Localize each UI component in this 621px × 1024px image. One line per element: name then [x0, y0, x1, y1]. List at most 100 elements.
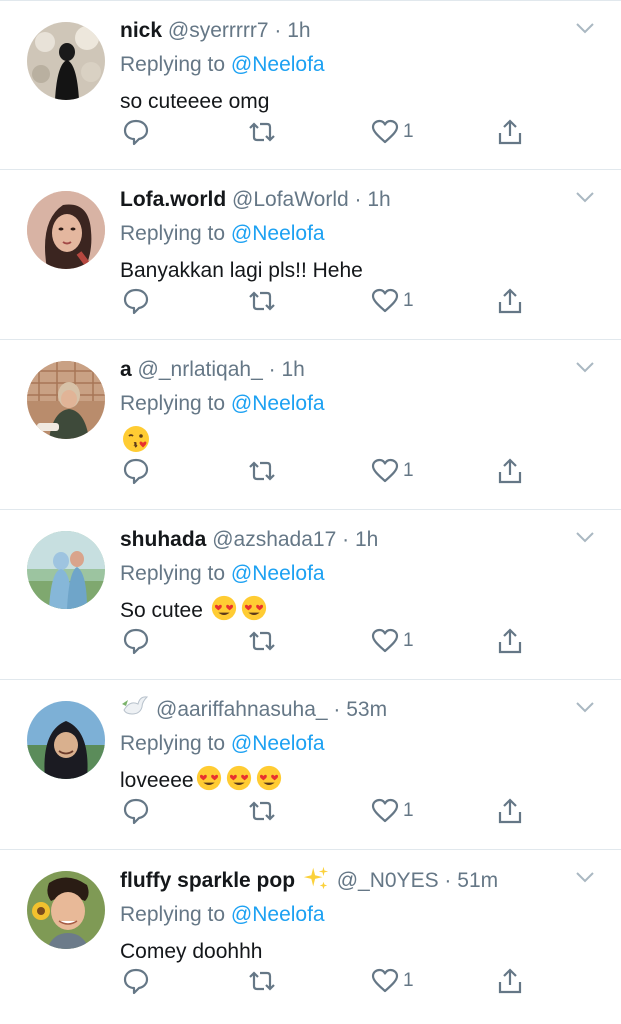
reply-button[interactable] [122, 287, 150, 315]
retweet-button[interactable] [246, 287, 278, 315]
chevron-down-icon[interactable] [575, 190, 595, 204]
share-button[interactable] [496, 287, 524, 315]
reply-icon [123, 119, 149, 146]
heart-icon [371, 288, 399, 313]
reply-button[interactable] [122, 797, 150, 825]
avatar[interactable] [27, 871, 105, 949]
tweet-text: Comey doohhh [120, 940, 263, 963]
retweet-button[interactable] [246, 118, 278, 146]
reply-tweet[interactable]: shuhada @azshada17 · 1h Replying to @Nee… [0, 510, 621, 680]
reply-icon [123, 628, 149, 655]
display-name[interactable]: fluffy sparkle pop [120, 869, 295, 892]
like-button[interactable]: 1 [371, 967, 414, 995]
share-button[interactable] [496, 457, 524, 485]
avatar[interactable] [27, 361, 105, 439]
share-icon [498, 628, 522, 654]
retweet-icon [249, 461, 275, 481]
display-name[interactable]: Lofa.world [120, 188, 226, 211]
share-icon [498, 458, 522, 484]
like-button[interactable]: 1 [371, 797, 414, 825]
tweet-text: Banyakkan lagi pls!! Hehe [120, 259, 363, 282]
heart-icon [371, 458, 399, 483]
user-handle[interactable]: @azshada17 [212, 528, 336, 551]
heart-icon [371, 119, 399, 144]
display-name[interactable]: shuhada [120, 528, 206, 551]
like-button[interactable]: 1 [371, 457, 414, 485]
action-bar: 1 [120, 118, 540, 148]
mention-link[interactable]: @Neelofa [231, 903, 325, 926]
avatar[interactable] [27, 531, 105, 609]
reply-button[interactable] [122, 967, 150, 995]
share-button[interactable] [496, 118, 524, 146]
retweet-button[interactable] [246, 967, 278, 995]
share-button[interactable] [496, 967, 524, 995]
reply-button[interactable] [122, 118, 150, 146]
timestamp[interactable]: 53m [346, 698, 387, 721]
mention-link[interactable]: @Neelofa [231, 732, 325, 755]
retweet-icon [249, 631, 275, 651]
replying-label: Replying to [120, 732, 226, 755]
action-bar: 1 [120, 627, 540, 657]
reply-icon [123, 458, 149, 485]
chevron-down-icon[interactable] [575, 530, 595, 544]
like-count: 1 [403, 630, 414, 651]
timestamp[interactable]: 1h [281, 358, 304, 381]
user-handle[interactable]: @aariffahnasuha_ [156, 698, 328, 721]
user-handle[interactable]: @syerrrrr7 [168, 19, 269, 42]
retweet-button[interactable] [246, 457, 278, 485]
timestamp[interactable]: 1h [287, 19, 310, 42]
mention-link[interactable]: @Neelofa [231, 392, 325, 415]
reply-tweet[interactable]: @aariffahnasuha_ · 53m Replying to @Neel… [0, 680, 621, 850]
share-icon [498, 119, 522, 145]
replying-label: Replying to [120, 903, 226, 926]
kissing-heart-emoji-icon [123, 426, 149, 452]
chevron-down-icon[interactable] [575, 360, 595, 374]
display-name[interactable]: nick [120, 19, 162, 42]
mention-link[interactable]: @Neelofa [231, 53, 325, 76]
user-handle[interactable]: @_N0YES [337, 869, 439, 892]
retweet-icon [249, 291, 275, 311]
share-button[interactable] [496, 627, 524, 655]
heart-icon [371, 798, 399, 823]
share-icon [498, 968, 522, 994]
reply-tweet[interactable]: a @_nrlatiqah_ · 1h Replying to @Neelofa… [0, 340, 621, 510]
avatar[interactable] [27, 191, 105, 269]
avatar[interactable] [27, 22, 105, 100]
timestamp[interactable]: 51m [457, 869, 498, 892]
action-bar: 1 [120, 967, 540, 997]
heart-eyes-emoji-icon [211, 595, 236, 621]
tweet-text-body: loveeee [120, 769, 194, 792]
like-button[interactable]: 1 [371, 118, 414, 146]
retweet-icon [249, 971, 275, 991]
reply-button[interactable] [122, 457, 150, 485]
user-handle[interactable]: @LofaWorld [232, 188, 349, 211]
reply-tweet[interactable]: Lofa.world @LofaWorld · 1h Replying to @… [0, 170, 621, 340]
chevron-down-icon[interactable] [575, 700, 595, 714]
share-button[interactable] [496, 797, 524, 825]
mention-link[interactable]: @Neelofa [231, 222, 325, 245]
retweet-button[interactable] [246, 627, 278, 655]
like-count: 1 [403, 460, 414, 481]
reply-icon [123, 288, 149, 315]
timestamp[interactable]: 1h [367, 188, 390, 211]
heart-eyes-emoji-icon [256, 765, 281, 791]
like-button[interactable]: 1 [371, 627, 414, 655]
like-count: 1 [403, 970, 414, 991]
timestamp[interactable]: 1h [355, 528, 378, 551]
retweet-button[interactable] [246, 797, 278, 825]
chevron-down-icon[interactable] [575, 21, 595, 35]
avatar[interactable] [27, 701, 105, 779]
like-button[interactable]: 1 [371, 287, 414, 315]
reply-tweet[interactable]: nick @syerrrrr7 · 1h Replying to @Neelof… [0, 0, 621, 170]
chevron-down-icon[interactable] [575, 870, 595, 884]
tweet-text: so cuteeee omg [120, 90, 270, 113]
reply-button[interactable] [122, 627, 150, 655]
action-bar: 1 [120, 457, 540, 487]
display-name[interactable]: a [120, 358, 132, 381]
user-handle[interactable]: @_nrlatiqah_ [138, 358, 263, 381]
tweet-text: loveeee [120, 764, 571, 798]
mention-link[interactable]: @Neelofa [231, 562, 325, 585]
dove-icon [122, 696, 149, 715]
sparkles-icon [303, 866, 329, 890]
reply-tweet[interactable]: fluffy sparkle pop @_N0YES · 51m Replyin… [0, 850, 621, 1020]
